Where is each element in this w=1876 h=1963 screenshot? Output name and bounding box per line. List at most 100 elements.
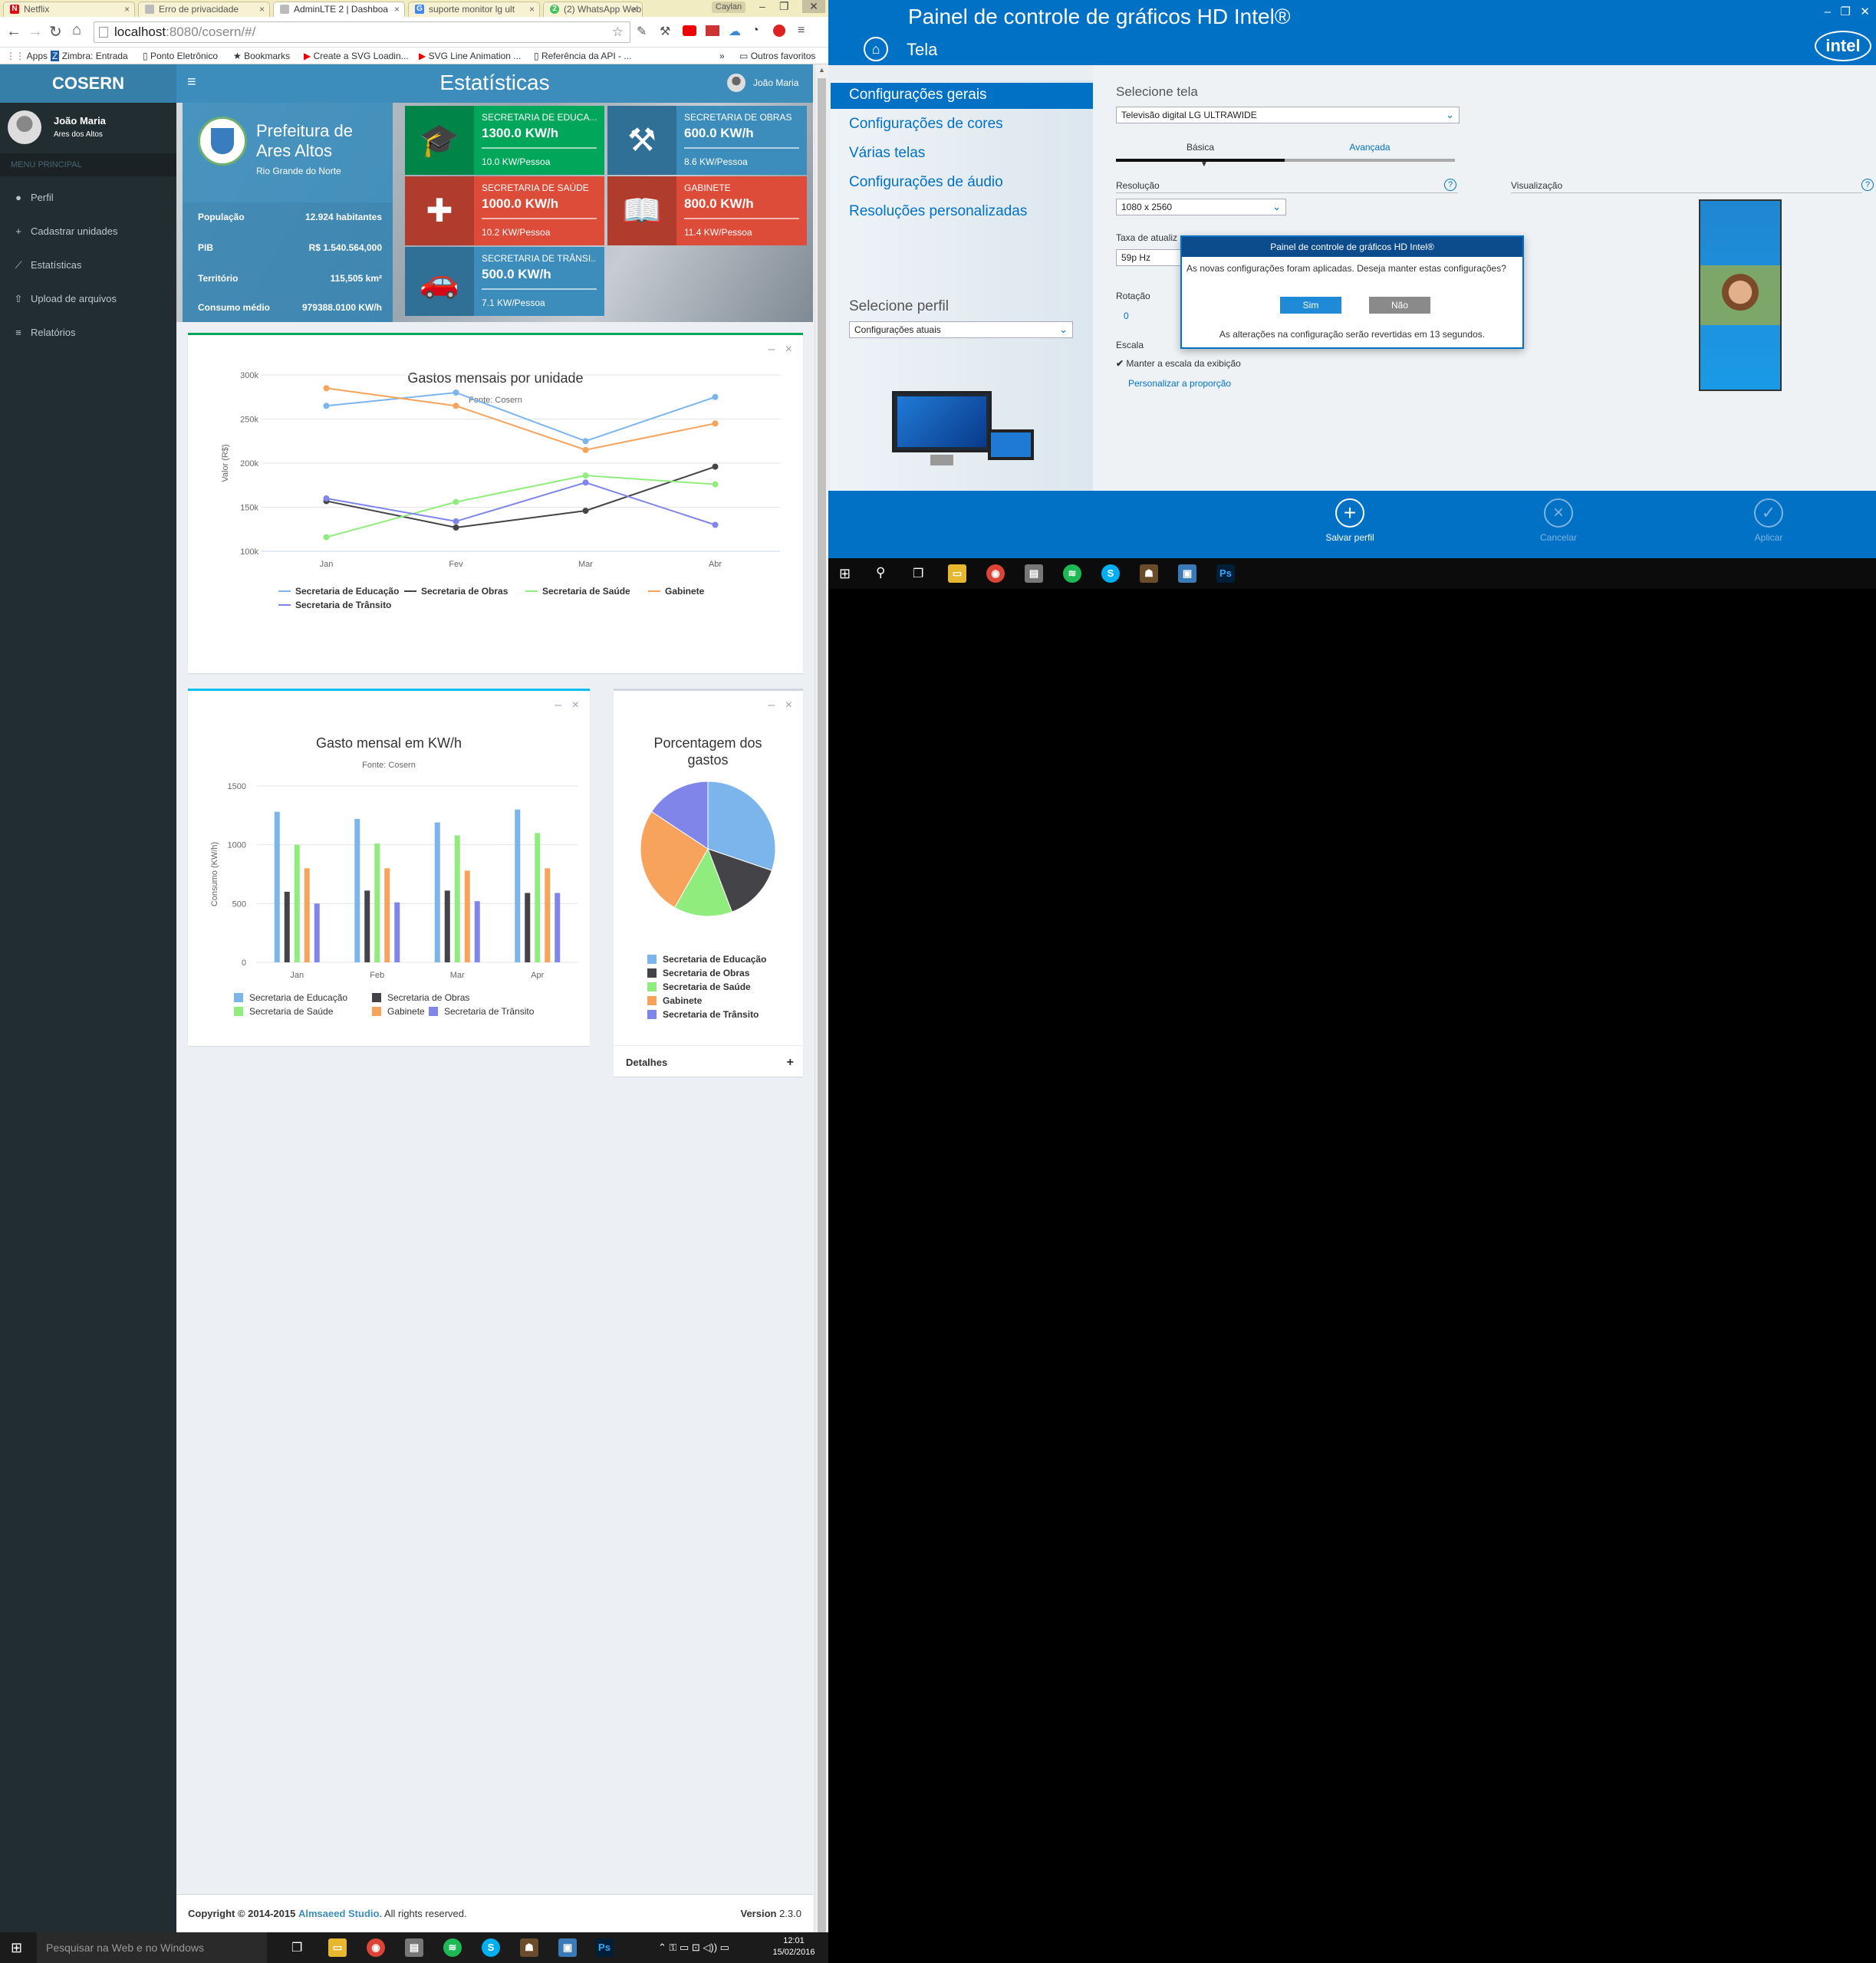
minimize-icon[interactable]: – [759,0,765,12]
tray-icons[interactable]: ⌃ ⚿ ▭ ⊡ ◁)) ▭ [658,1942,729,1954]
bookmark-item[interactable]: ▶ SVG Line Animation ... [419,51,521,61]
help-icon[interactable]: ? [1861,179,1874,191]
clock[interactable]: 12:01 15/02/2016 [765,1935,822,1958]
scroll-up-icon[interactable]: ▲ [818,66,825,74]
refresh-select[interactable]: 59p Hz [1116,249,1185,266]
browser-tab[interactable]: N Netflix × [3,2,135,17]
scroll-thumb[interactable] [818,78,826,1942]
close-tab-icon[interactable]: × [394,2,400,16]
app-icon[interactable]: ▤ [1025,564,1043,583]
file-explorer-icon[interactable]: ▭ [948,564,966,583]
details-footer[interactable]: Detalhes + [614,1045,803,1079]
star-icon[interactable]: ☆ [612,22,624,42]
restore-icon[interactable]: ❐ [1840,5,1850,18]
game-icon[interactable]: ☗ [1140,564,1158,583]
home-button[interactable]: ⌂ [864,37,888,61]
windows-start-icon[interactable]: ⊞ [839,566,851,582]
nav-configuracoes-audio[interactable]: Configurações de áudio [849,174,1003,191]
close-tab-icon[interactable]: × [124,2,130,16]
adblock-icon[interactable] [773,25,785,37]
photoshop-icon[interactable]: Ps [1216,564,1235,583]
menu-icon[interactable]: ≡ [798,24,805,38]
bookmark-item[interactable]: ★ Bookmarks [233,51,290,61]
restore-icon[interactable]: ❐ [779,0,789,13]
eyedropper-icon[interactable]: ✎ [637,24,647,39]
game-icon[interactable]: ☗ [520,1938,538,1957]
keep-scale-checkbox[interactable]: ✔ Manter a escala da exibição [1116,358,1241,369]
nav-varias-telas[interactable]: Várias telas [849,145,925,162]
rotation-value[interactable]: 0 [1124,311,1129,321]
bookmark-item[interactable]: Z Zimbra: Entrada [51,51,128,61]
close-tab-icon[interactable]: × [529,2,535,16]
chrome-icon[interactable]: ◉ [367,1938,385,1957]
spotify-icon[interactable]: ≋ [1063,564,1081,583]
close-tab-icon[interactable]: × [632,2,637,16]
bookmark-item[interactable]: ▯ Ponto Eletrônico [143,51,218,61]
sidebar-item-perfil[interactable]: ● Perfil [0,181,176,215]
app-icon[interactable]: ▤ [405,1938,423,1957]
sidebar-item-estatisticas[interactable]: ⟋ Estatísticas [0,248,176,282]
browser-tab-active[interactable]: AdminLTE 2 | Dashboa × [273,2,405,17]
reload-icon[interactable]: ↻ [49,22,62,41]
save-profile-button[interactable]: + Salvar perfil [1312,498,1388,543]
cancel-button[interactable]: × Cancelar [1520,498,1597,543]
nav-resolucoes-personalizadas[interactable]: Resoluções personalizadas [849,203,1027,220]
bookmark-apps[interactable]: ⋮⋮ Apps [6,51,48,61]
nav-configuracoes-gerais[interactable]: Configurações gerais [849,87,987,104]
sidebar-item-upload[interactable]: ⇧ Upload de arquivos [0,282,176,316]
chrome-icon[interactable]: ◉ [986,564,1005,583]
wrench-icon[interactable]: ⚒ [660,24,670,39]
close-icon[interactable]: ✕ [1860,5,1870,18]
company-link[interactable]: Almsaeed Studio. [298,1908,382,1919]
cloud-icon[interactable]: ☁ [729,24,741,39]
spotify-icon[interactable]: ≋ [443,1938,462,1957]
back-icon[interactable]: ← [6,23,21,41]
close-icon[interactable]: ✕ [802,0,825,13]
intel-graphics-icon[interactable]: ▣ [558,1938,577,1957]
avatar[interactable] [727,74,745,92]
taskbar-search[interactable]: Pesquisar na Web e no Windows [37,1932,267,1963]
page-scrollbar[interactable]: ▲ ▼ [815,64,828,1963]
yes-button[interactable]: Sim [1280,297,1341,314]
address-bar[interactable]: localhost:8080/cosern/#/ ☆ [94,21,630,43]
tab-avancada[interactable]: Avançada [1285,142,1455,162]
apply-button[interactable]: ✓ Aplicar [1730,498,1807,543]
minimize-icon[interactable]: – [1825,5,1831,18]
browser-tab[interactable]: Erro de privacidade × [138,2,270,17]
plus-icon[interactable]: + [787,1046,794,1080]
windows-start-icon[interactable]: ⊞ [11,1940,22,1956]
browser-tab[interactable]: 2 (2) WhatsApp Web × [543,2,643,17]
more-bookmarks-icon[interactable]: » [719,51,725,61]
custom-aspect-link[interactable]: Personalizar a proporção [1128,378,1231,389]
sidebar-item-cadastrar[interactable]: + Cadastrar unidades [0,215,176,248]
app-logo[interactable]: COSERN [0,64,176,103]
other-bookmarks[interactable]: ▭ Outros favoritos [739,51,815,61]
forward-icon[interactable]: → [28,23,43,41]
task-view-icon[interactable]: ❐ [913,566,923,581]
bookmark-item[interactable]: ▯ Referência da API - ... [534,51,631,61]
resolution-select[interactable]: 1080 x 2560 ⌄ [1116,199,1286,215]
sidebar-item-relatorios[interactable]: ≡ Relatórios [0,316,176,350]
screen-select[interactable]: Televisão digital LG ULTRAWIDE ⌄ [1116,107,1460,123]
file-explorer-icon[interactable]: ▭ [328,1938,347,1957]
bookmark-item[interactable]: ▶ Create a SVG Loadin... [304,51,409,61]
help-icon[interactable]: ? [1444,179,1456,191]
gallery-icon[interactable] [706,25,719,36]
home-icon[interactable]: ⌂ [72,21,81,39]
skype-icon[interactable]: S [482,1938,500,1957]
no-button[interactable]: Não [1369,297,1430,314]
search-icon[interactable]: ⚲ [876,565,885,580]
tab-basica[interactable]: Básica [1116,142,1285,162]
photoshop-icon[interactable]: Ps [595,1938,614,1957]
task-view-icon[interactable]: ❐ [291,1940,302,1955]
close-tab-icon[interactable]: × [259,2,265,16]
navbar-user-name[interactable]: João Maria [753,77,798,88]
profile-select[interactable]: Configurações atuais ⌄ [849,321,1073,338]
browser-tab[interactable]: Gsuporte monitor lg ult × [408,2,540,17]
youtube-icon[interactable] [683,25,696,36]
clock-icon[interactable]: ◔ [752,24,759,38]
skype-icon[interactable]: S [1101,564,1120,583]
intel-graphics-icon[interactable]: ▣ [1178,564,1196,583]
nav-configuracoes-cores[interactable]: Configurações de cores [849,116,1003,133]
profile-button[interactable]: Caylan [712,2,745,13]
